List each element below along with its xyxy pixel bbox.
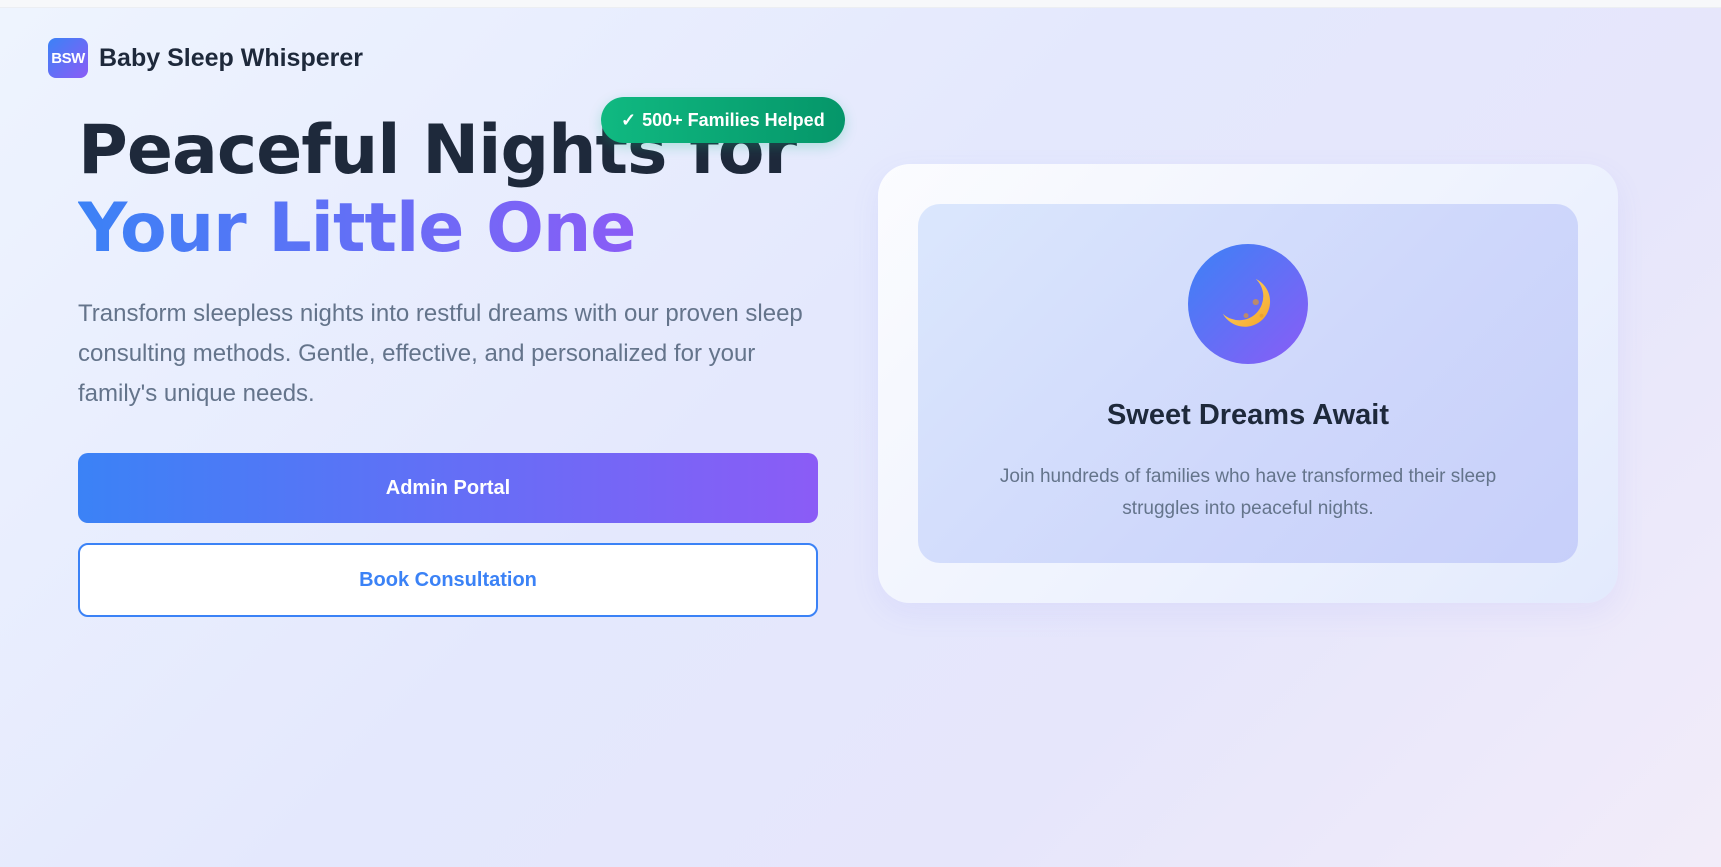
moon-icon <box>1222 278 1271 327</box>
moon-icon-circle <box>1188 244 1308 364</box>
sweet-dreams-card: Sweet Dreams Await Join hundreds of fami… <box>878 164 1618 603</box>
brand-name: Baby Sleep Whisperer <box>99 43 363 72</box>
badge-label: 500+ Families Helped <box>642 109 825 130</box>
sweet-dreams-card-inner: Sweet Dreams Await Join hundreds of fami… <box>918 204 1578 563</box>
brand-link[interactable]: BSW Baby Sleep Whisperer <box>48 38 363 78</box>
brand-logo: BSW <box>48 38 88 78</box>
card-title: Sweet Dreams Await <box>1106 399 1390 431</box>
card-description: Join hundreds of families who have trans… <box>999 466 1497 519</box>
browser-top-strip <box>0 0 1721 8</box>
admin-portal-button[interactable]: Admin Portal <box>78 453 818 523</box>
hero-title-line2: Your Little One <box>78 189 636 268</box>
families-helped-badge: ✓ 500+ Families Helped <box>601 97 845 143</box>
book-consultation-button[interactable]: Book Consultation <box>78 543 818 617</box>
check-icon: ✓ <box>621 109 637 130</box>
hero-description: Transform sleepless nights into restful … <box>78 300 803 407</box>
